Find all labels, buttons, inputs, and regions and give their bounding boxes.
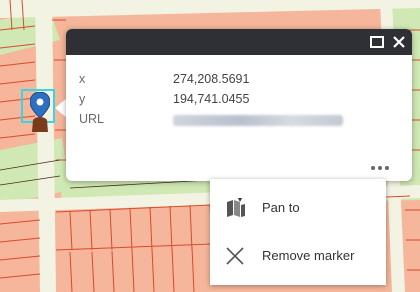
close-x-icon xyxy=(226,247,244,265)
popup-actions-menu: Pan to Remove marker xyxy=(210,179,386,285)
menu-item-label: Pan to xyxy=(262,200,300,215)
close-icon[interactable] xyxy=(390,33,408,51)
attribute-key: URL xyxy=(79,112,105,126)
maximize-icon[interactable] xyxy=(368,33,386,51)
attribute-value: 194,741.0455 xyxy=(173,92,250,106)
popup-header xyxy=(66,29,412,55)
menu-item-label: Remove marker xyxy=(262,248,355,263)
attribute-key: y xyxy=(79,92,86,106)
pan-to-icon xyxy=(227,198,245,217)
attribute-table: x 274,208.5691 y 194,741.0455 URL xyxy=(79,72,399,132)
attribute-row-y: y 194,741.0455 xyxy=(79,92,399,112)
menu-item-remove-marker[interactable]: Remove marker xyxy=(210,233,386,279)
map-marker-icon[interactable] xyxy=(30,92,50,134)
attribute-value: 274,208.5691 xyxy=(173,72,250,86)
attribute-row-x: x 274,208.5691 xyxy=(79,72,399,92)
menu-item-pan-to[interactable]: Pan to xyxy=(210,185,386,231)
attribute-row-url: URL xyxy=(79,112,399,132)
more-options-icon[interactable] xyxy=(366,161,394,175)
attribute-key: x xyxy=(79,72,86,86)
url-link[interactable] xyxy=(173,115,343,126)
info-popup: x 274,208.5691 y 194,741.0455 URL xyxy=(66,29,412,181)
